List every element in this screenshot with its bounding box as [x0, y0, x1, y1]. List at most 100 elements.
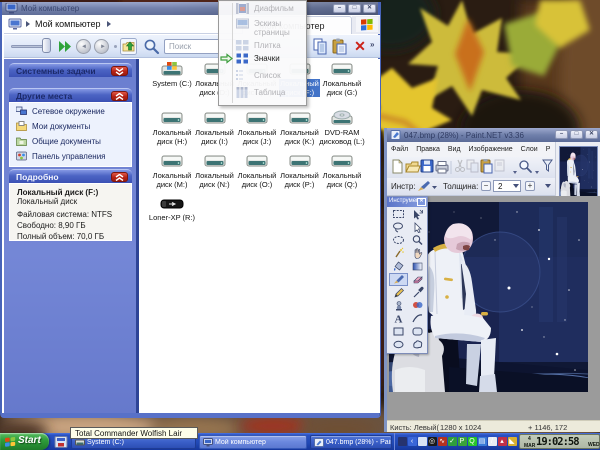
collapse-tray-icon[interactable]: ‹	[408, 437, 417, 446]
keyboard-layout-icon[interactable]	[398, 437, 407, 446]
my-documents-icon	[16, 121, 27, 131]
breadcrumb-location[interactable]: Мой компьютер	[35, 19, 101, 29]
toolbar-slider-grip[interactable]	[42, 38, 51, 53]
other-places-link[interactable]: Мои документы	[16, 120, 131, 134]
maximize-button[interactable]: □	[570, 130, 583, 139]
close-button[interactable]: ✕	[585, 130, 598, 139]
cd-tray-icon[interactable]: ◎	[428, 437, 437, 446]
close-icon[interactable]: ✕	[417, 198, 426, 206]
tool-clone-stamp-icon[interactable]	[389, 299, 408, 312]
paintnet-menu-Вид[interactable]: Вид	[444, 142, 465, 153]
chevron-up-icon[interactable]	[111, 91, 128, 101]
tool-move-selection-icon[interactable]	[408, 221, 427, 234]
width-dropdown-icon[interactable]	[513, 184, 519, 188]
maximize-button[interactable]: □	[348, 4, 361, 13]
tool-move-icon[interactable]	[408, 208, 427, 221]
system-tasks-header[interactable]: Системные задачи	[9, 63, 132, 77]
explorer-titlebar[interactable]: Мой компьютер – □ ✕	[2, 2, 378, 15]
close-button[interactable]: ✕	[363, 4, 376, 13]
tool-paintbrush-icon[interactable]	[389, 273, 408, 286]
explorer-tab-row: Мой компьютер Мой компьютер	[4, 15, 380, 34]
breadcrumb-arrow-icon[interactable]	[107, 21, 111, 27]
other-places-title: Другие места	[16, 91, 72, 101]
details-line: Локальный диск (F:)	[17, 188, 98, 197]
tool-text-icon[interactable]: A	[389, 312, 408, 325]
toolbar-overflow-chevron[interactable]: »	[370, 40, 373, 49]
explorer-content: Системные задачи Другие места Сетевое ок…	[4, 59, 380, 413]
tool-color-picker-icon[interactable]	[408, 286, 427, 299]
tool-lasso-icon[interactable]	[389, 221, 408, 234]
chevron-down-icon[interactable]	[111, 66, 128, 76]
tool-recolor-icon[interactable]	[408, 299, 427, 312]
red-graph-tray-icon[interactable]: ∿	[438, 437, 447, 446]
taskbar-clock[interactable]: 4 MAR 19:02:58 WED	[519, 434, 600, 449]
toolbar-overflow-icon[interactable]	[545, 184, 551, 188]
copy-icon[interactable]	[312, 38, 329, 55]
paintnet-menu-Изображение[interactable]: Изображение	[465, 142, 517, 153]
total-commander-tray-icon[interactable]	[418, 437, 427, 446]
paintnet-menu-Файл[interactable]: Файл	[387, 142, 412, 153]
details-header[interactable]: Подробно	[9, 169, 132, 183]
tool-magic-wand-icon[interactable]	[389, 247, 408, 260]
filmstrip-icon	[236, 3, 249, 14]
tool-rect-select-icon[interactable]	[389, 208, 408, 221]
view-mode-menu: ДиафильмЭскизыстраницыПлиткаЗначкиСписок…	[218, 0, 307, 106]
drive-item[interactable]: DVD-RAMдисковод (L:)	[310, 110, 374, 146]
width-increase-button[interactable]: +	[525, 181, 535, 191]
paintnet-menu-Р[interactable]: Р	[542, 142, 555, 153]
arrows-tray-icon[interactable]: ◣	[508, 437, 517, 446]
chevron-up-icon[interactable]	[111, 172, 128, 182]
tool-zoom-icon[interactable]	[408, 234, 427, 247]
paste-icon[interactable]	[331, 38, 348, 55]
tool-pencil-icon[interactable]	[389, 286, 408, 299]
paintbrush-dropdown[interactable]	[417, 180, 437, 193]
tool-ellipse-icon[interactable]	[389, 338, 408, 351]
drive-item[interactable]: Локальныйдиск (G:)	[310, 61, 374, 97]
task-pane: Системные задачи Другие места Сетевое ок…	[4, 59, 139, 413]
tool-freeform-icon[interactable]	[408, 338, 427, 351]
tool-rectangle-icon[interactable]	[389, 325, 408, 338]
paintnet-titlebar[interactable]: 047.bmp (28%) - Paint.NET v3.36 – □ ✕	[387, 128, 600, 142]
paintnet-menu-Правка[interactable]: Правка	[412, 142, 444, 153]
drive-item[interactable]: Loner-XP (R:)	[140, 195, 204, 222]
open-image-thumbnail[interactable]	[559, 146, 598, 198]
forward-button[interactable]: ►	[94, 39, 109, 54]
start-button[interactable]: Start	[0, 433, 49, 450]
delete-icon[interactable]: ✕	[352, 38, 368, 55]
other-places-link[interactable]: Панель управления	[16, 150, 131, 164]
minimize-button[interactable]: –	[333, 4, 346, 13]
drive-item[interactable]: Локальныйдиск (Q:)	[310, 153, 374, 189]
drive-label: Loner-XP (R:)	[149, 213, 195, 222]
quick-launch-total-commander-icon[interactable]	[54, 436, 68, 448]
paintnet-menu-Слои[interactable]: Слои	[517, 142, 542, 153]
minimize-button[interactable]: –	[555, 130, 568, 139]
up-folder-button[interactable]	[120, 38, 137, 55]
taskbar-button-my-computer[interactable]: Мой компьютер	[199, 435, 307, 449]
other-places-header[interactable]: Другие места	[9, 88, 132, 102]
colors-tray-icon[interactable]: ▴	[498, 437, 507, 446]
q-tray-icon[interactable]: Q	[468, 437, 477, 446]
back-button[interactable]: ◄	[76, 39, 91, 54]
tool-line-curve-icon[interactable]	[408, 312, 427, 325]
punto-tray-icon[interactable]: P	[458, 437, 467, 446]
tool-pan-icon[interactable]	[408, 247, 427, 260]
tool-ellipse-select-icon[interactable]	[389, 234, 408, 247]
tool-paint-bucket-icon[interactable]	[389, 260, 408, 273]
list-icon	[236, 70, 249, 81]
toolbar-icons[interactable]	[387, 157, 555, 178]
tool-gradient-icon[interactable]	[408, 260, 427, 273]
search-icon	[143, 38, 160, 55]
brush-tray-icon[interactable]: /	[488, 437, 497, 446]
taskbar-button-label: System (C:)	[87, 439, 191, 446]
green-pen-tray-icon[interactable]: ✓	[448, 437, 457, 446]
taskbar-button-paintnet[interactable]: 047.bmp (28%) - Pain...	[310, 435, 392, 449]
tool-eraser-icon[interactable]	[408, 273, 427, 286]
width-decrease-button[interactable]: −	[481, 181, 491, 191]
other-places-link[interactable]: Общие документы	[16, 135, 131, 149]
other-places-link[interactable]: Сетевое окружение	[16, 105, 131, 119]
paintnet-statusbar: Кисть: Левый(ая) к 1280 x 1024 + 1146, 1…	[387, 420, 600, 432]
refresh-icon[interactable]	[58, 40, 72, 53]
monitor-tray-icon[interactable]: ▤	[478, 437, 487, 446]
tool-rounded-rectangle-icon[interactable]	[408, 325, 427, 338]
svg-text:A: A	[395, 314, 403, 326]
